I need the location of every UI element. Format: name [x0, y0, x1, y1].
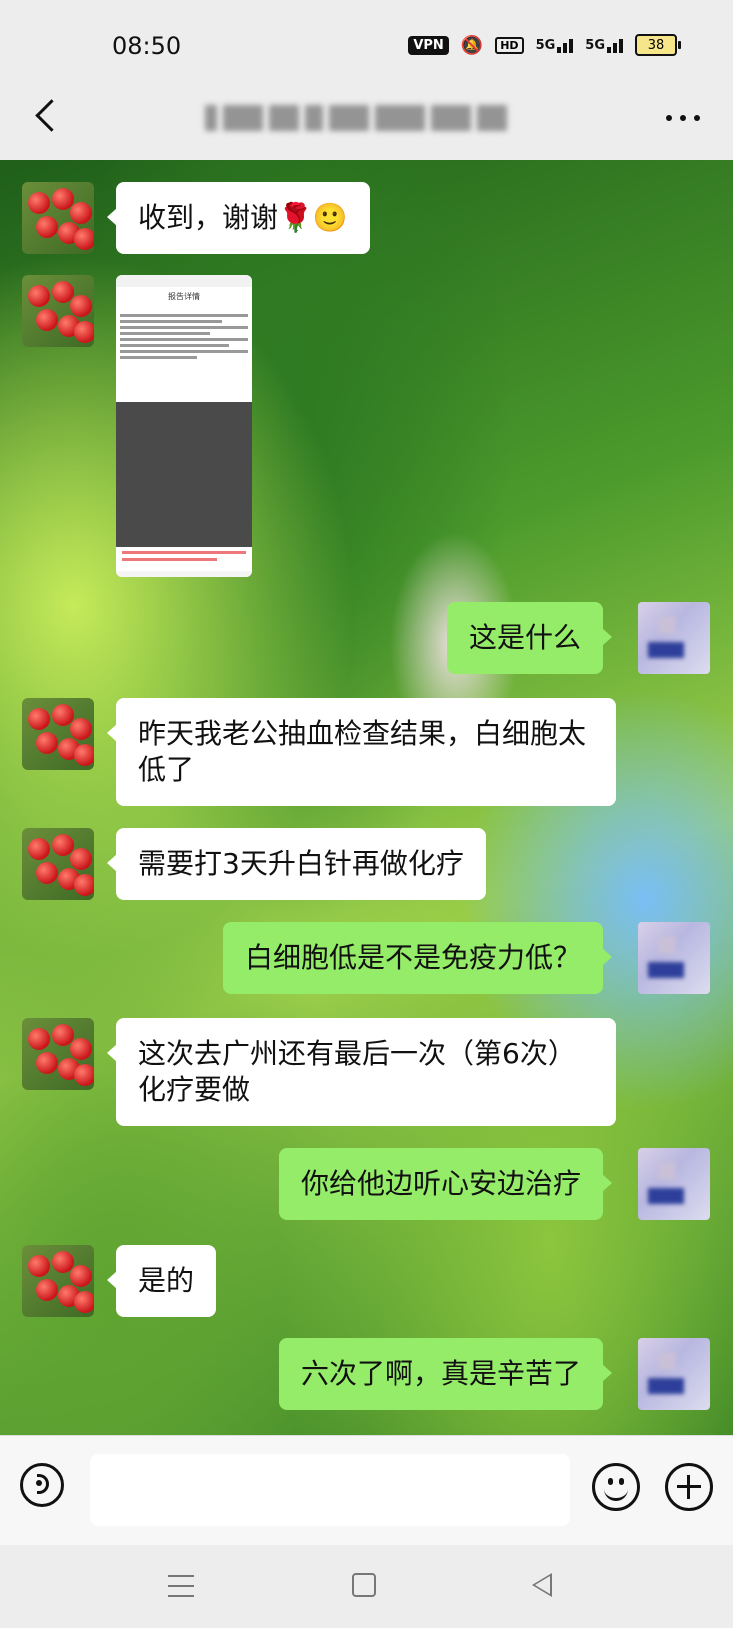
status-bar: 08:50 VPN 🔕 HD 5G 5G 38	[0, 0, 733, 80]
system-nav-bar	[0, 1545, 733, 1628]
chat-header	[0, 80, 733, 160]
message-input[interactable]	[90, 1454, 570, 1526]
back-icon[interactable]	[532, 1573, 552, 1597]
message-bubble[interactable]: 你给他边听心安边治疗	[278, 1148, 613, 1220]
status-time: 08:50	[112, 32, 182, 60]
signal-icon-1: 5G	[536, 38, 574, 53]
avatar[interactable]	[22, 1018, 94, 1090]
avatar[interactable]	[22, 828, 94, 900]
avatar-self[interactable]	[638, 1148, 710, 1220]
message-bubble[interactable]: 是的	[106, 1245, 217, 1317]
avatar-self[interactable]	[638, 1338, 710, 1410]
message-bubble[interactable]: 这次去广州还有最后一次（第6次）化疗要做	[107, 1018, 616, 1126]
battery-icon: 38	[635, 34, 681, 56]
hd-icon: HD	[495, 36, 524, 54]
chevron-left-icon[interactable]	[28, 96, 68, 136]
message-bubble[interactable]: 需要打3天升白针再做化疗	[107, 828, 486, 900]
home-icon[interactable]	[352, 1573, 376, 1597]
input-bar	[0, 1435, 733, 1546]
chat-area[interactable]: 收到，谢谢🌹🙂 报告详情 这是什么 昨天我老公抽血检查结果，白细胞太低了 需要打…	[0, 160, 733, 1435]
vpn-icon: VPN	[408, 35, 449, 55]
more-icon[interactable]	[663, 108, 703, 128]
message-bubble[interactable]: 昨天我老公抽血检查结果，白细胞太低了	[107, 698, 616, 806]
plus-icon[interactable]	[665, 1463, 713, 1511]
voice-icon[interactable]	[20, 1463, 64, 1507]
avatar[interactable]	[22, 275, 94, 347]
message-bubble[interactable]: 六次了啊，真是辛苦了	[278, 1338, 613, 1410]
menu-icon[interactable]	[168, 1575, 194, 1599]
avatar[interactable]	[22, 698, 94, 770]
message-bubble[interactable]: 这是什么	[446, 602, 613, 674]
chat-title-obscured	[205, 100, 507, 136]
message-bubble[interactable]: 收到，谢谢🌹🙂	[107, 182, 370, 254]
image-header-text: 报告详情	[168, 292, 200, 301]
emoji-icon[interactable]	[592, 1463, 640, 1511]
signal-icon-2: 5G	[585, 38, 623, 53]
avatar-self[interactable]	[638, 602, 710, 674]
avatar[interactable]	[22, 1245, 94, 1317]
mute-icon: 🔕	[460, 34, 484, 56]
avatar-self[interactable]	[638, 922, 710, 994]
message-bubble[interactable]: 白细胞低是不是免疫力低？	[222, 922, 613, 994]
status-icons: VPN 🔕 HD 5G 5G 38	[408, 34, 681, 56]
image-message[interactable]: 报告详情	[116, 275, 252, 577]
avatar[interactable]	[22, 182, 94, 254]
